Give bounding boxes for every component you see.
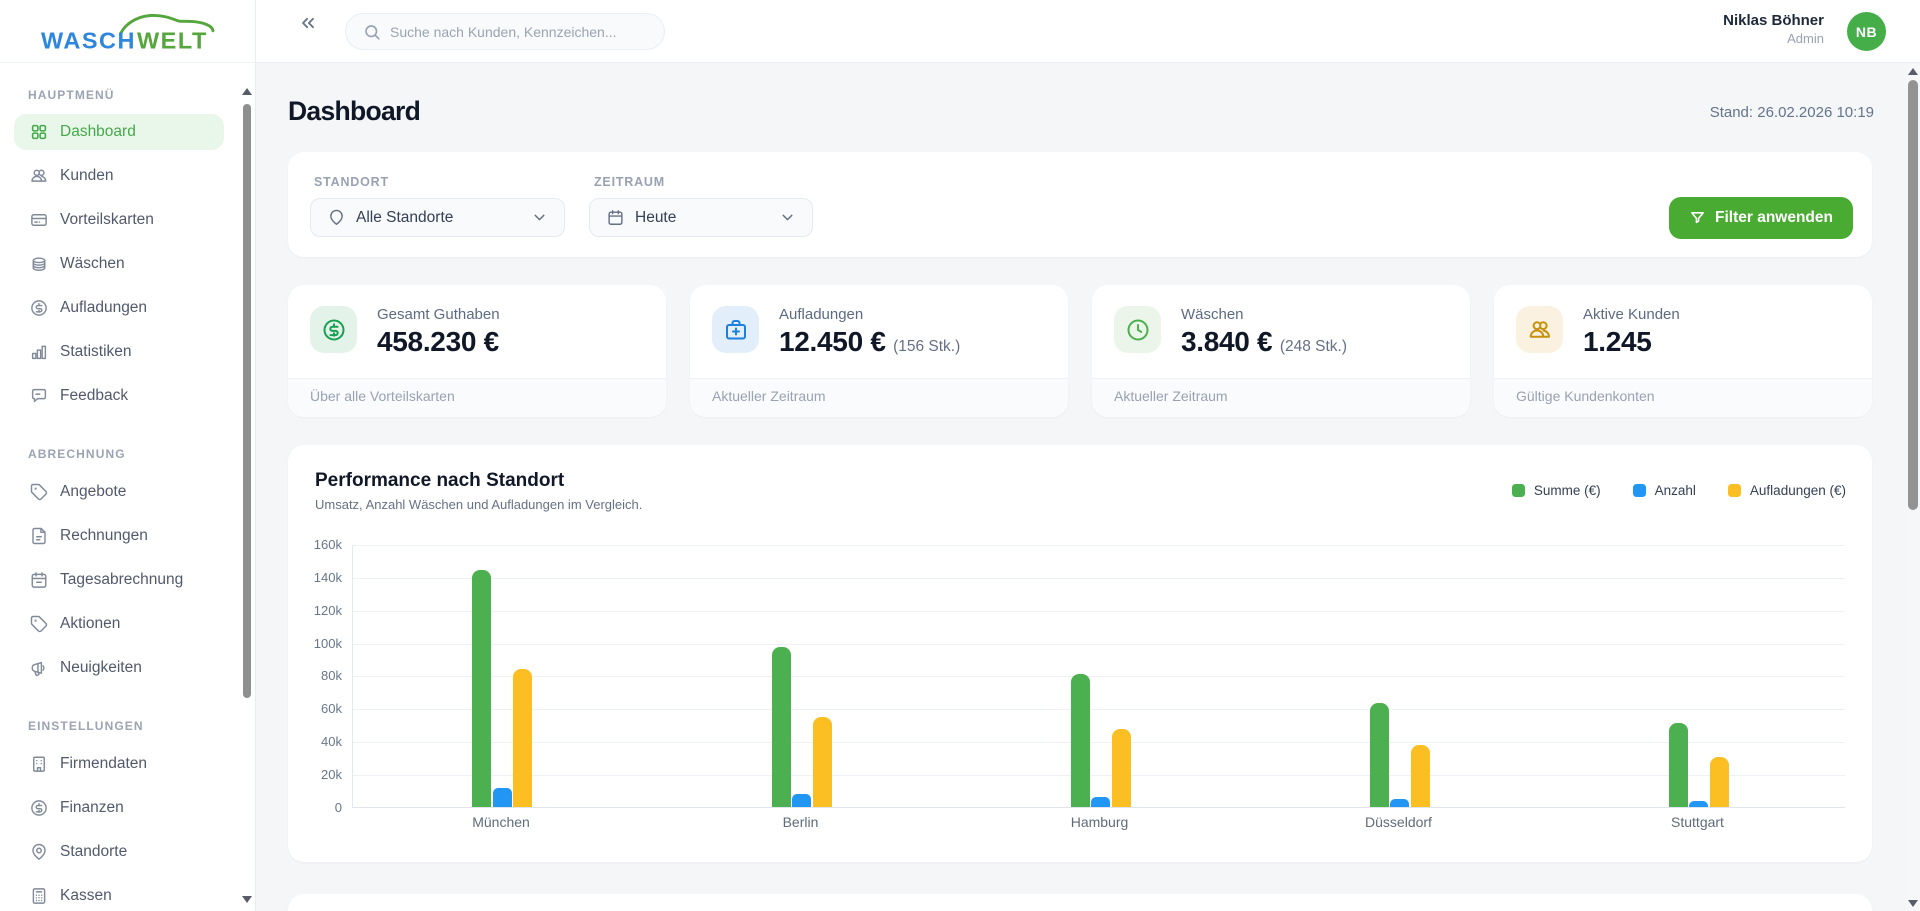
svg-text:WELT: WELT: [137, 28, 208, 54]
svg-text:WASCH: WASCH: [41, 28, 136, 54]
